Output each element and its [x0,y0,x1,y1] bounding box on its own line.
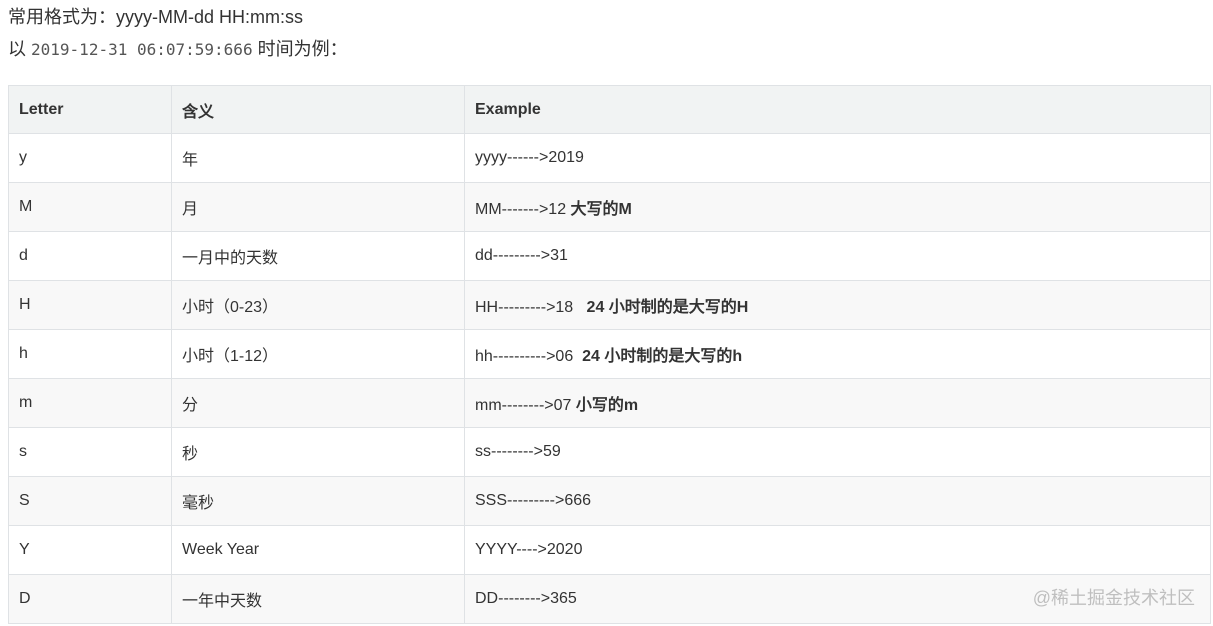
example-text: YYYY---->2020 [475,541,583,558]
cell-meaning: Week Year [171,525,465,575]
cell-letter: M [8,182,172,232]
example-note: 大写的M [570,201,632,218]
cell-meaning: 一年中天数 [171,574,465,624]
cell-letter: H [8,280,172,330]
cell-example: MM------->12 大写的M [464,182,1211,232]
cell-letter: d [8,231,172,281]
cell-meaning: 小时（0-23） [171,280,465,330]
cell-letter: S [8,476,172,526]
intro-example-suffix: 时间为例： [252,39,348,59]
table-body: y 年 yyyy------>2019 M 月 MM------->12 大写的… [8,133,1211,624]
example-text: dd--------->31 [475,247,568,264]
table-header-row: Letter 含义 Example [8,85,1211,134]
cell-meaning: 一月中的天数 [171,231,465,281]
example-text: yyyy------>2019 [475,149,584,166]
cell-meaning: 秒 [171,427,465,477]
cell-letter: D [8,574,172,624]
example-text: hh---------->06 [475,348,583,365]
cell-example: yyyy------>2019 [464,133,1211,183]
cell-letter: m [8,378,172,428]
table-row: S 毫秒 SSS--------->666 [8,476,1211,526]
cell-meaning: 月 [171,182,465,232]
watermark: @稀土掘金技术社区 [1032,588,1195,608]
format-letter-table: Letter 含义 Example y 年 yyyy------>2019 M … [8,85,1211,624]
cell-example: YYYY---->2020 [464,525,1211,575]
cell-example: HH--------->18 24 小时制的是大写的H [464,280,1211,330]
intro-example-prefix: 以 [8,39,32,59]
example-text: HH--------->18 [475,299,587,316]
cell-letter: Y [8,525,172,575]
example-note: 24 小时制的是大写的H [586,299,749,316]
cell-meaning: 小时（1-12） [171,329,465,379]
cell-letter: s [8,427,172,477]
cell-example: SSS--------->666 [464,476,1211,526]
example-text: mm-------->07 [475,397,576,414]
cell-meaning: 毫秒 [171,476,465,526]
cell-meaning: 分 [171,378,465,428]
cell-example: hh---------->06 24 小时制的是大写的h [464,329,1211,379]
example-text: DD-------->365 [475,590,577,607]
intro-format-line: 常用格式为：yyyy-MM-dd HH:mm:ss [8,7,303,27]
table-header: Letter 含义 Example [8,85,1211,134]
table-row: d 一月中的天数 dd--------->31 [8,231,1211,281]
table-row: m 分 mm-------->07 小写的m [8,378,1211,428]
cell-example: ss-------->59 [464,427,1211,477]
header-meaning: 含义 [171,85,465,134]
table-row: M 月 MM------->12 大写的M [8,182,1211,232]
table-row: D 一年中天数 DD-------->365 [8,574,1211,624]
cell-example: mm-------->07 小写的m [464,378,1211,428]
table-row: s 秒 ss-------->59 [8,427,1211,477]
intro-example-code: 2019-12-31 06:07:59:666 [31,40,253,59]
cell-letter: h [8,329,172,379]
table-row: y 年 yyyy------>2019 [8,133,1211,183]
table-row: H 小时（0-23） HH--------->18 24 小时制的是大写的H [8,280,1211,330]
cell-example: dd--------->31 [464,231,1211,281]
header-letter: Letter [8,85,172,134]
cell-meaning: 年 [171,133,465,183]
example-text: MM------->12 [475,201,571,218]
example-note: 小写的m [575,397,639,414]
example-text: SSS--------->666 [475,492,592,509]
header-example: Example [464,85,1211,134]
table-row: Y Week Year YYYY---->2020 [8,525,1211,575]
cell-letter: y [8,133,172,183]
table-row: h 小时（1-12） hh---------->06 24 小时制的是大写的h [8,329,1211,379]
example-note: 24 小时制的是大写的h [582,348,743,365]
example-text: ss-------->59 [475,443,561,460]
intro-example-line: 以 2019-12-31 06:07:59:666 时间为例： [8,36,348,63]
